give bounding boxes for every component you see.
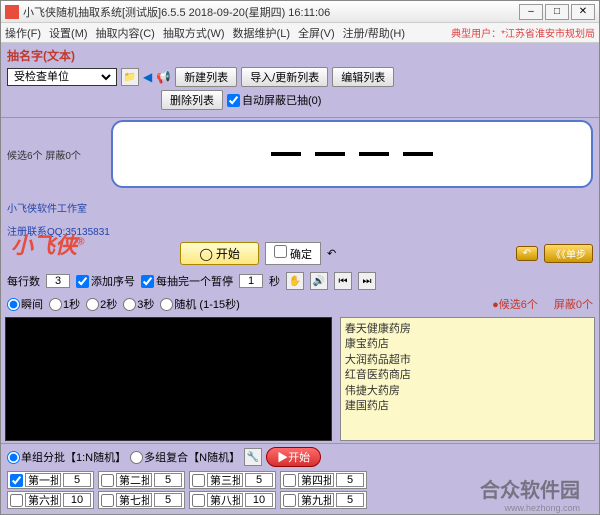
menu-fullscreen[interactable]: 全屏(V) [298, 25, 335, 41]
menu-operate[interactable]: 操作(F) [5, 25, 41, 41]
minimize-button[interactable]: – [519, 4, 543, 20]
display-area: 候选6个 屏蔽0个 小飞侠® [1, 118, 599, 190]
batch-cell-2[interactable] [98, 471, 185, 489]
menu-method[interactable]: 抽取方式(W) [163, 25, 225, 41]
batch-cell-7[interactable] [98, 491, 185, 509]
right-pane: 春天健康药房 康宝药店 大润药品超市 红音医药商店 伟捷大药房 建国药店 [336, 315, 599, 443]
undo-button[interactable]: ↶ [516, 246, 538, 261]
import-list-button[interactable]: 导入/更新列表 [241, 67, 328, 87]
center-controls: ◯开始 确定 ↶ ↶ 《《单步 [1, 238, 599, 269]
per-row-input[interactable] [46, 274, 70, 288]
user-info: 典型用户：*江苏省淮安市规划局 [451, 25, 595, 40]
add-seq-checkbox[interactable]: 添加序号 [76, 273, 135, 289]
list-item[interactable]: 建国药店 [345, 399, 590, 414]
menu-data[interactable]: 数据维护(L) [233, 25, 290, 41]
delete-list-button[interactable]: 删除列表 [161, 90, 223, 110]
edit-list-button[interactable]: 编辑列表 [332, 67, 394, 87]
shield-header: 屏蔽0个 [554, 296, 593, 312]
pause-seconds-input[interactable] [239, 274, 263, 288]
speed-3s-radio[interactable]: 3秒 [123, 296, 154, 312]
contact-label: 注册联系QQ:35135831 [7, 223, 593, 238]
window-title: 小飞侠随机抽取系统[测试版]6.5.5 2018-09-20(星期四) 16:1… [23, 4, 519, 20]
open-folder-icon[interactable]: 📁 [121, 68, 139, 86]
list-item[interactable]: 红音医药商店 [345, 368, 590, 383]
split-area: 春天健康药房 康宝药店 大润药品超市 红音医药商店 伟捷大药房 建国药店 [1, 315, 599, 443]
candidate-count: 候选6个 屏蔽0个 [7, 147, 107, 162]
next-icon[interactable]: ⏭ [358, 272, 376, 290]
per-row-label: 每行数 [7, 273, 40, 289]
logo: 小飞侠® [11, 228, 84, 260]
batch-cell-3[interactable] [189, 471, 276, 489]
result-panel [5, 317, 332, 441]
speed-1s-radio[interactable]: 1秒 [49, 296, 80, 312]
app-icon [5, 5, 19, 19]
multi-batch-radio[interactable]: 多组复合【N随机】 [130, 449, 240, 465]
sound-icon[interactable]: 📢 [156, 70, 171, 84]
batch-cell-9[interactable] [280, 491, 367, 509]
batch-cell-6[interactable] [7, 491, 94, 509]
candidate-list[interactable]: 春天健康药房 康宝药店 大润药品超市 红音医药商店 伟捷大药房 建国药店 [340, 317, 595, 441]
left-pane [1, 315, 336, 443]
candidate-header: 候选6个 [499, 299, 538, 311]
list-item[interactable]: 伟捷大药房 [345, 384, 590, 399]
options-row: 每行数 添加序号 每抽完一个暂停 秒 ✋ 🔊 ⏮ ⏭ [1, 269, 599, 293]
single-batch-radio[interactable]: 单组分批【1:N随机】 [7, 449, 126, 465]
close-button[interactable]: ✕ [571, 4, 595, 20]
list-item[interactable]: 大润药品超市 [345, 353, 590, 368]
studio-label: 小飞侠软件工作室 [7, 200, 593, 215]
unit-combo[interactable]: 受检查单位 [7, 68, 117, 86]
result-display [111, 120, 593, 188]
single-step-button[interactable]: 《《单步 [544, 244, 593, 263]
list-item[interactable]: 春天健康药房 [345, 322, 590, 337]
undo-icon[interactable]: ↶ [327, 247, 336, 260]
start-button[interactable]: ◯开始 [180, 242, 258, 265]
titlebar: 小飞侠随机抽取系统[测试版]6.5.5 2018-09-20(星期四) 16:1… [1, 1, 599, 23]
speed-2s-radio[interactable]: 2秒 [86, 296, 117, 312]
back-arrow-icon[interactable]: ◀ [143, 70, 152, 84]
pause-each-checkbox[interactable]: 每抽完一个暂停 [141, 273, 233, 289]
sound2-icon[interactable]: 🔊 [310, 272, 328, 290]
grab-icon[interactable]: ✋ [286, 272, 304, 290]
auto-shield-checkbox[interactable]: 自动屏蔽已抽(0) [227, 92, 321, 108]
speed-instant-radio[interactable]: 瞬间 [7, 296, 43, 312]
menu-help[interactable]: 注册/帮助(H) [343, 25, 405, 41]
toolbar: 抽名字(文本) 受检查单位 📁 ◀ 📢 新建列表 导入/更新列表 编辑列表 删除… [1, 43, 599, 118]
speed-random-radio[interactable]: 随机 (1-15秒) [160, 296, 239, 312]
maximize-button[interactable]: □ [545, 4, 569, 20]
section-label: 抽名字(文本) [7, 47, 75, 64]
menu-settings[interactable]: 设置(M) [49, 25, 88, 41]
list-item[interactable]: 康宝药店 [345, 337, 590, 352]
menu-content[interactable]: 抽取内容(C) [96, 25, 155, 41]
speed-row: 瞬间 1秒 2秒 3秒 随机 (1-15秒) ●候选6个 屏蔽0个 [1, 293, 599, 315]
batch-cell-4[interactable] [280, 471, 367, 489]
batch-cell-1[interactable] [7, 471, 94, 489]
prev-icon[interactable]: ⏮ [334, 272, 352, 290]
batch-cell-8[interactable] [189, 491, 276, 509]
batch-start-button[interactable]: ▶开始 [266, 447, 321, 467]
watermark: 合众软件园 [480, 474, 580, 503]
watermark-url: www.hezhong.com [504, 503, 580, 513]
batch-tool-icon[interactable]: 🔧 [244, 448, 262, 466]
new-list-button[interactable]: 新建列表 [175, 67, 237, 87]
confirm-checkbox[interactable]: 确定 [265, 242, 321, 265]
menubar: 操作(F) 设置(M) 抽取内容(C) 抽取方式(W) 数据维护(L) 全屏(V… [1, 23, 599, 43]
